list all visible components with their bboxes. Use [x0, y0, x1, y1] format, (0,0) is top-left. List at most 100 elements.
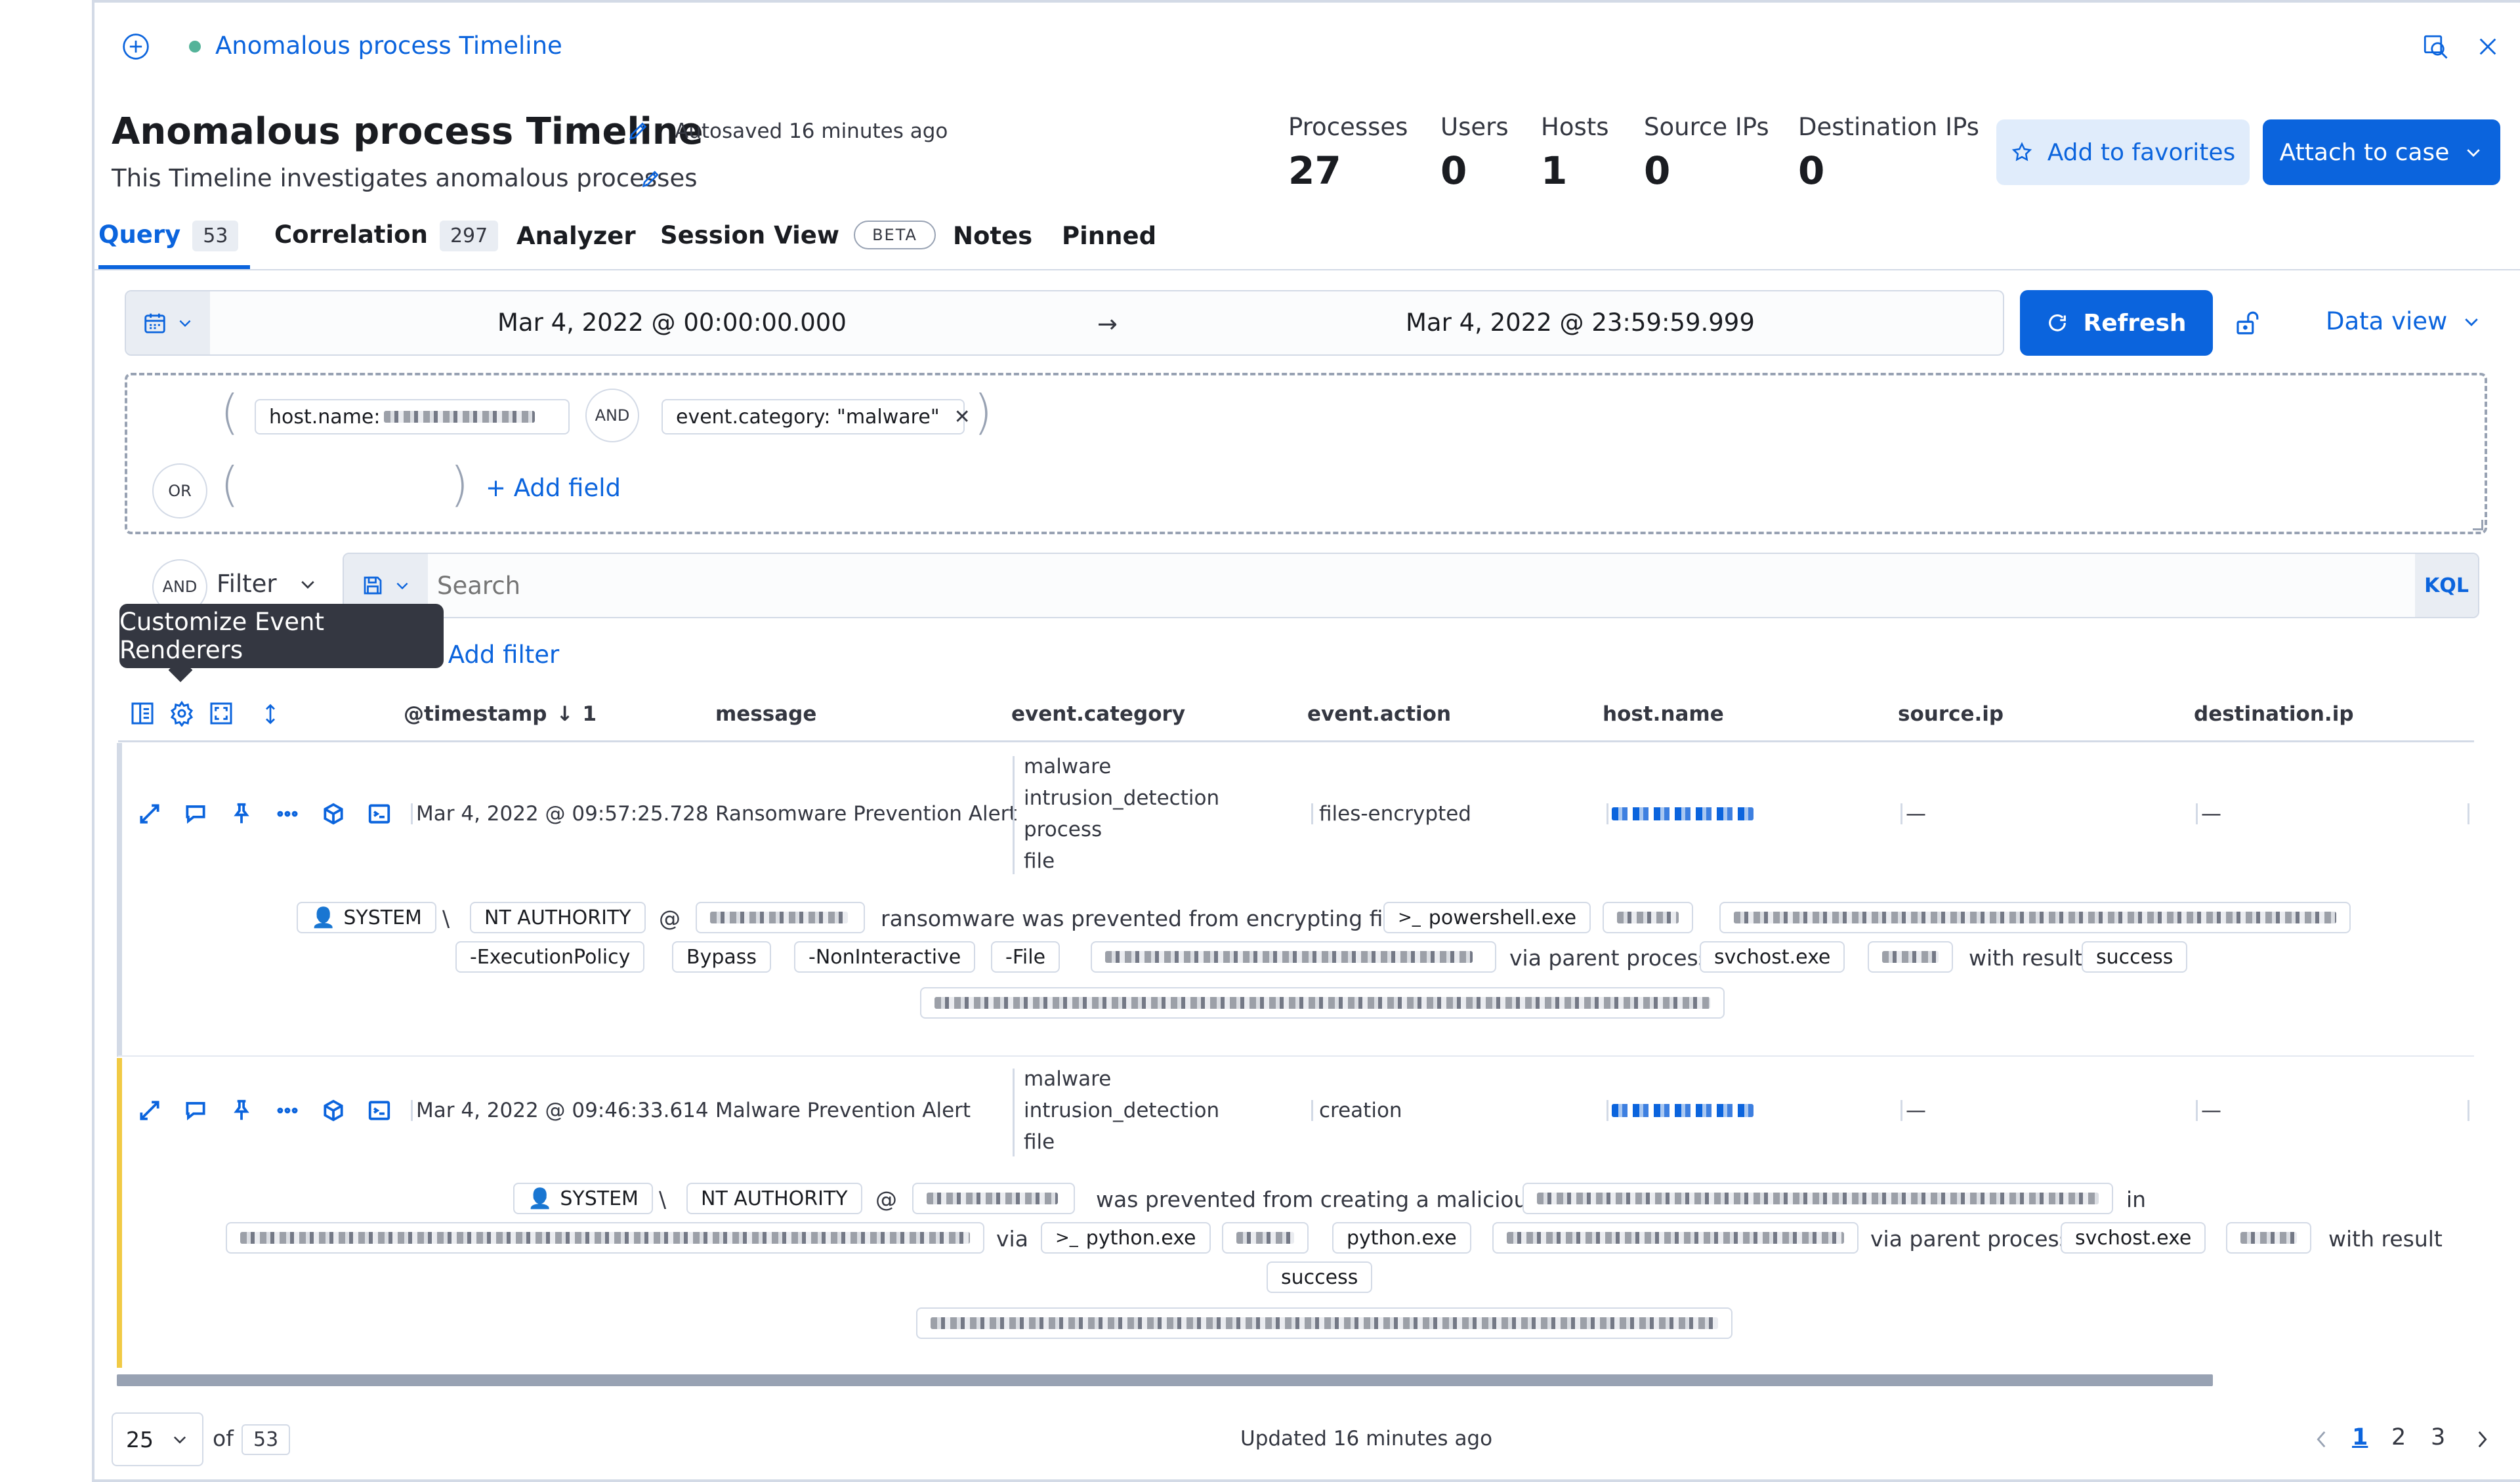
remove-provider-icon[interactable]: ✕ — [954, 406, 971, 429]
unlock-icon[interactable] — [2230, 306, 2264, 340]
expand-event-icon[interactable] — [135, 799, 164, 828]
session-view-icon[interactable] — [365, 799, 394, 828]
row-2-path-chip[interactable] — [226, 1222, 984, 1254]
row-2-parent-chip[interactable]: svchost.exe — [2061, 1222, 2206, 1254]
row-2-process2-chip[interactable]: python.exe — [1332, 1222, 1471, 1254]
data-view-button[interactable]: Data view — [2326, 307, 2481, 335]
page-title: Anomalous process Timeline — [112, 110, 704, 153]
row-1-pid-chip[interactable] — [1603, 902, 1693, 933]
column-source-ip[interactable]: source.ip — [1898, 702, 2004, 726]
full-screen-icon[interactable] — [206, 698, 236, 729]
row-1-domain-chip[interactable]: NT AUTHORITY — [470, 902, 646, 933]
inspect-icon[interactable] — [2419, 30, 2452, 63]
end-date[interactable]: Mar 4, 2022 @ 23:59:59.999 — [1406, 308, 1755, 337]
row-2-user-chip[interactable]: 👤 SYSTEM — [513, 1183, 653, 1214]
host-name-provider[interactable]: host.name: — [255, 399, 570, 434]
row-1-hash-chip[interactable] — [920, 987, 1725, 1019]
add-timeline-icon[interactable] — [119, 30, 152, 63]
session-view-icon[interactable] — [365, 1096, 394, 1125]
tab-session-view[interactable]: Session View BETA — [660, 221, 936, 249]
row-1-host-chip[interactable] — [696, 902, 865, 933]
page-2-button[interactable]: 2 — [2391, 1424, 2406, 1450]
column-event-category[interactable]: event.category — [1011, 702, 1185, 726]
add-field-link[interactable]: + Add field — [486, 474, 621, 502]
add-note-icon[interactable] — [181, 799, 210, 828]
row-1-args-chip[interactable] — [1719, 902, 2351, 933]
previous-page-icon[interactable] — [2309, 1424, 2335, 1454]
row-2-process-chip[interactable]: >_ python.exe — [1041, 1222, 1211, 1254]
row-1-arg3-chip[interactable]: -NonInteractive — [794, 941, 976, 973]
row-2-via-parent: via parent process — [1870, 1226, 2070, 1252]
expand-event-icon[interactable] — [135, 1096, 164, 1125]
row-1-parent-pid-chip[interactable] — [1868, 941, 1953, 973]
row-1-user-chip[interactable]: 👤 SYSTEM — [297, 902, 436, 933]
filter-dropdown[interactable]: Filter — [217, 570, 318, 598]
row-1-parent-chip[interactable]: svchost.exe — [1700, 941, 1845, 973]
add-note-icon[interactable] — [181, 1096, 210, 1125]
fields-browser-icon[interactable] — [127, 698, 158, 729]
horizontal-scrollbar[interactable] — [117, 1374, 2213, 1386]
row-2-action: creation — [1319, 1099, 1402, 1122]
column-host-name[interactable]: host.name — [1603, 702, 1724, 726]
close-icon[interactable] — [2471, 30, 2504, 63]
timeline-breadcrumb[interactable]: Anomalous process Timeline — [215, 32, 562, 60]
kql-button[interactable]: KQL — [2415, 554, 2478, 617]
pin-icon[interactable] — [227, 799, 256, 828]
tab-pinned[interactable]: Pinned — [1062, 222, 1156, 250]
query-builder-dropzone[interactable] — [125, 373, 2487, 534]
column-event-action[interactable]: event.action — [1307, 702, 1451, 726]
refresh-button[interactable]: Refresh — [2020, 290, 2213, 356]
row-2-parent-pid-chip[interactable] — [2226, 1222, 2311, 1254]
attach-to-case-button[interactable]: Attach to case — [2263, 119, 2500, 185]
page-3-button[interactable]: 3 — [2431, 1424, 2445, 1450]
row-1-result-chip[interactable]: success — [2082, 941, 2188, 973]
tab-query[interactable]: Query 53 — [98, 221, 251, 269]
row-2-host-redacted[interactable] — [1612, 1104, 1754, 1117]
column-timestamp-label: @timestamp — [404, 702, 547, 726]
tab-correlation[interactable]: Correlation 297 — [274, 221, 499, 251]
analyze-event-icon[interactable] — [319, 1096, 348, 1125]
search-input[interactable] — [437, 564, 2399, 606]
analyze-event-icon[interactable] — [319, 799, 348, 828]
row-2-pid-chip[interactable] — [1222, 1222, 1309, 1254]
row-1-arg1-chip[interactable]: -ExecutionPolicy — [455, 941, 645, 973]
row-1-arg4-chip[interactable]: -File — [991, 941, 1060, 973]
star-icon — [2011, 142, 2032, 161]
page-1-button[interactable]: 1 — [2352, 1424, 2368, 1450]
refresh-icon — [2049, 314, 2067, 331]
next-page-icon[interactable] — [2469, 1424, 2495, 1454]
gear-icon[interactable] — [167, 698, 197, 729]
edit-description-icon[interactable] — [638, 165, 664, 192]
header-divider — [118, 740, 2474, 742]
quick-select-button[interactable] — [126, 291, 210, 354]
column-message[interactable]: message — [715, 702, 816, 726]
start-date[interactable]: Mar 4, 2022 @ 00:00:00.000 — [497, 308, 847, 337]
more-actions-icon[interactable] — [273, 1096, 302, 1125]
row-1-process-chip[interactable]: >_ powershell.exe — [1383, 902, 1591, 933]
row-2-result-chip[interactable]: success — [1267, 1261, 1373, 1293]
row-2-file-chip[interactable] — [1522, 1183, 2113, 1214]
row-1-host-redacted[interactable] — [1612, 807, 1754, 820]
column-timestamp[interactable]: @timestamp ↓ 1 — [404, 702, 597, 726]
row-1-user: SYSTEM — [343, 906, 422, 929]
row-2-hash-chip[interactable] — [916, 1307, 1732, 1339]
row-2-host-chip[interactable] — [912, 1183, 1075, 1214]
row-1-script-chip[interactable] — [1091, 941, 1496, 973]
row-1-arg2-chip[interactable]: Bypass — [672, 941, 772, 973]
cell-bar — [1900, 803, 1902, 824]
column-destination-ip[interactable]: destination.ip — [2194, 702, 2354, 726]
sort-arrows-icon[interactable] — [259, 701, 282, 727]
pin-icon[interactable] — [227, 1096, 256, 1125]
tab-analyzer[interactable]: Analyzer — [516, 222, 636, 250]
row-2-args-chip[interactable] — [1492, 1222, 1858, 1254]
event-category-provider[interactable]: event.category: "malware" ✕ — [662, 399, 971, 434]
stat-hosts-value: 1 — [1541, 148, 1568, 193]
page-size-select[interactable]: 25 — [112, 1412, 203, 1466]
more-actions-icon[interactable] — [273, 799, 302, 828]
add-to-favorites-button[interactable]: Add to favorites — [1996, 119, 2250, 185]
tab-notes[interactable]: Notes — [953, 222, 1032, 250]
resize-handle-icon[interactable] — [2473, 520, 2483, 530]
row-2-domain-chip[interactable]: NT AUTHORITY — [686, 1183, 862, 1214]
row-1-message: Ransomware Prevention Alert — [715, 802, 1017, 826]
edit-title-icon[interactable] — [625, 117, 652, 144]
